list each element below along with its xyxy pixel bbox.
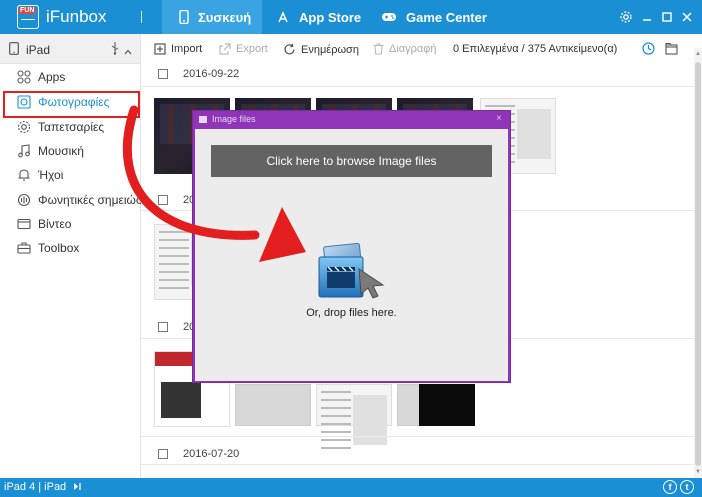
group-divider bbox=[141, 86, 694, 87]
title-separator bbox=[141, 11, 142, 23]
scroll-thumb[interactable] bbox=[695, 62, 701, 466]
chevron-up-icon[interactable] bbox=[124, 44, 132, 58]
video-icon bbox=[17, 217, 31, 231]
photo-thumbnail[interactable] bbox=[316, 384, 392, 451]
gear-icon[interactable] bbox=[619, 10, 633, 24]
date-group-header[interactable]: 20 bbox=[158, 192, 195, 208]
usb-icon bbox=[111, 42, 119, 58]
scrollbar[interactable]: ▲ ▼ bbox=[694, 48, 702, 478]
twitter-icon[interactable]: t bbox=[680, 480, 694, 494]
group-divider bbox=[141, 436, 694, 437]
delete-button[interactable]: Διαγραφή bbox=[373, 43, 437, 55]
sidebar-item-sounds[interactable]: Ήχοι bbox=[0, 163, 140, 187]
import-label: Import bbox=[171, 43, 203, 55]
scroll-down-arrow[interactable]: ▼ bbox=[694, 468, 702, 476]
app-name: iFunbox bbox=[46, 7, 107, 26]
browse-files-button[interactable]: Click here to browse Image files bbox=[211, 145, 492, 177]
group-divider bbox=[141, 464, 694, 465]
sidebar-item-label: Μουσική bbox=[38, 144, 84, 158]
sidebar-item-music[interactable]: Μουσική bbox=[0, 139, 140, 163]
export-icon bbox=[219, 43, 231, 55]
sidebar-item-label: Toolbox bbox=[38, 241, 80, 255]
group-date: 2016-09-22 bbox=[183, 68, 240, 80]
sidebar-item-video[interactable]: Βίντεο bbox=[0, 212, 140, 236]
folder-icon[interactable] bbox=[665, 42, 678, 58]
import-button[interactable]: Import bbox=[154, 43, 202, 55]
status-bar: iPad 4 | iPad f t bbox=[0, 478, 702, 497]
refresh-label: Ενημέρωση bbox=[301, 43, 359, 56]
refresh-button[interactable]: Ενημέρωση bbox=[283, 43, 359, 56]
tab-game-center-label: Game Center bbox=[406, 9, 487, 25]
maximize-icon[interactable] bbox=[660, 10, 674, 24]
date-group-header[interactable]: 2016-07-20 bbox=[158, 446, 239, 462]
gamepad-icon bbox=[381, 11, 397, 23]
sidebar-item-label: Ταπετσαρίες bbox=[38, 120, 105, 134]
date-group-header[interactable]: 2016-09-22 bbox=[158, 66, 239, 82]
dialog-title-bar[interactable]: Image files × bbox=[193, 111, 510, 129]
group-checkbox[interactable] bbox=[158, 69, 168, 79]
logo-text: FUN bbox=[19, 7, 36, 14]
dialog-title: Image files bbox=[212, 114, 256, 124]
scroll-up-arrow[interactable]: ▲ bbox=[694, 50, 702, 58]
tab-device-label: Συσκευή bbox=[198, 9, 252, 25]
drop-instructions: Or, drop files here. bbox=[306, 307, 397, 319]
trash-icon bbox=[373, 43, 384, 55]
photo-thumbnail[interactable] bbox=[235, 384, 311, 426]
minimize-icon[interactable] bbox=[640, 10, 654, 24]
sidebar-item-apps[interactable]: Apps bbox=[0, 65, 140, 89]
photo-thumbnail[interactable] bbox=[419, 384, 475, 426]
group-checkbox[interactable] bbox=[158, 322, 168, 332]
title-bar: FUN iFunbox Συσκευή App Store Game Cente… bbox=[0, 0, 702, 34]
app-logo: FUN bbox=[17, 5, 39, 29]
music-icon bbox=[17, 144, 31, 158]
tab-app-store[interactable]: App Store bbox=[276, 0, 361, 34]
refresh-icon bbox=[283, 43, 296, 56]
toolbox-icon bbox=[17, 241, 31, 255]
group-checkbox[interactable] bbox=[158, 195, 168, 205]
play-icon[interactable] bbox=[73, 482, 82, 494]
apps-icon bbox=[17, 70, 31, 84]
annotation-highlight-box bbox=[3, 91, 140, 118]
bell-icon bbox=[17, 168, 31, 182]
clock-icon[interactable] bbox=[642, 42, 655, 58]
date-group-header[interactable]: 20 bbox=[158, 319, 195, 335]
wallpaper-icon bbox=[17, 120, 31, 134]
export-label: Export bbox=[236, 43, 268, 55]
tab-app-store-label: App Store bbox=[299, 9, 362, 25]
sidebar-item-label: Φωνητικές σημειώσ... bbox=[38, 193, 154, 207]
dialog-close-icon[interactable]: × bbox=[496, 113, 502, 124]
image-files-dialog: Image files × Click here to browse Image… bbox=[192, 110, 511, 383]
import-icon bbox=[154, 43, 166, 55]
sidebar-item-label: Ήχοι bbox=[38, 168, 64, 182]
sidebar-item-wallpapers[interactable]: Ταπετσαρίες bbox=[0, 115, 140, 139]
export-button[interactable]: Export bbox=[219, 43, 268, 55]
device-selector[interactable]: iPad bbox=[0, 34, 140, 64]
sidebar-item-label: Βίντεο bbox=[38, 217, 72, 231]
app-store-icon bbox=[276, 10, 290, 24]
tablet-icon bbox=[9, 42, 19, 58]
sidebar-item-label: Apps bbox=[38, 70, 66, 84]
phone-icon bbox=[179, 10, 189, 24]
close-icon[interactable] bbox=[680, 10, 694, 24]
tab-device[interactable]: Συσκευή bbox=[162, 0, 262, 34]
group-date: 2016-07-20 bbox=[183, 448, 240, 460]
drop-files-icon bbox=[315, 242, 387, 306]
window-icon bbox=[199, 116, 207, 123]
device-name: iPad bbox=[26, 43, 51, 57]
toolbar: Import Export Ενημέρωση Διαγραφή 0 Επιλε… bbox=[141, 34, 702, 64]
selection-count: 0 Επιλεγμένα / 375 Αντικείμενο(α) bbox=[453, 43, 618, 55]
sidebar-item-voice-memos[interactable]: Φωνητικές σημειώσ... bbox=[0, 188, 153, 212]
voice-memo-icon bbox=[17, 193, 31, 207]
group-checkbox[interactable] bbox=[158, 449, 168, 459]
tab-game-center[interactable]: Game Center bbox=[381, 0, 487, 34]
delete-label: Διαγραφή bbox=[389, 43, 437, 55]
drop-zone[interactable]: Click here to browse Image files Or, dro… bbox=[195, 129, 508, 381]
status-device: iPad 4 | iPad bbox=[4, 481, 67, 493]
sidebar-item-toolbox[interactable]: Toolbox bbox=[0, 236, 140, 260]
facebook-icon[interactable]: f bbox=[663, 480, 677, 494]
